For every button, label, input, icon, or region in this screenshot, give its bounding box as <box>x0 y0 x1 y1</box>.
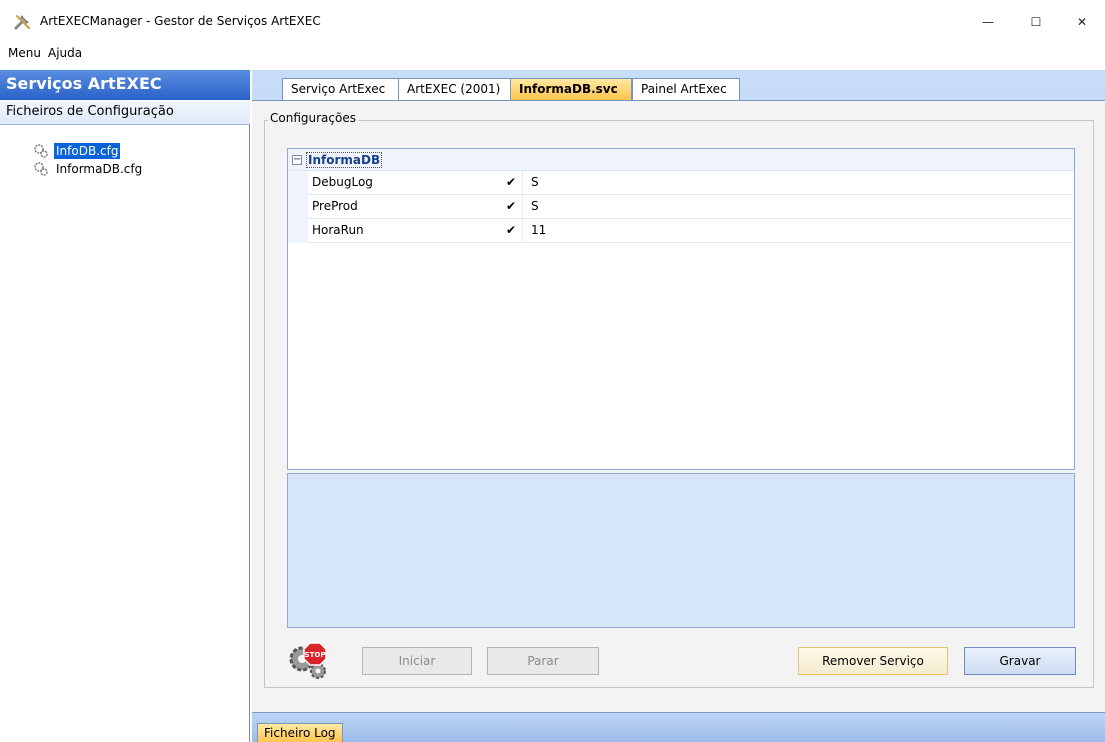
title-bar: ArtEXECManager - Gestor de Serviços ArtE… <box>0 0 1105 44</box>
check-icon: ✔ <box>506 223 517 237</box>
tree-item-label: InformaDB.cfg <box>56 162 143 176</box>
start-button[interactable]: Iniciar <box>362 647 472 675</box>
close-button[interactable]: ✕ <box>1059 0 1105 44</box>
maximize-button[interactable]: ☐ <box>1013 0 1059 44</box>
row-gutter <box>288 171 308 195</box>
tab-strip: Serviço ArtExec ArtEXEC (2001) InformaDB… <box>252 70 1105 100</box>
row-gutter <box>288 219 308 243</box>
services-panel: Serviços ArtEXEC Ficheiros de Configuraç… <box>0 70 250 742</box>
tools-icon <box>14 15 30 30</box>
config-group-legend: Configurações <box>268 111 358 125</box>
tab-informadb-svc[interactable]: InformaDB.svc <box>510 78 632 100</box>
bottom-tab-strip: Ficheiro Log <box>252 712 1105 742</box>
property-value[interactable]: S <box>531 199 539 213</box>
main-area: Serviço ArtExec ArtEXEC (2001) InformaDB… <box>252 70 1105 742</box>
tab-label: InformaDB.svc <box>519 82 618 96</box>
gear-stop-icon: STOP <box>289 642 327 679</box>
menu-item-ajuda[interactable]: Ajuda <box>48 46 82 60</box>
close-icon: ✕ <box>1076 15 1088 29</box>
property-row-horarun[interactable]: HoraRun ✔ 11 <box>288 219 1074 243</box>
remove-service-button[interactable]: Remover Serviço <box>798 647 948 675</box>
tree-item-infodb[interactable]: InfoDB.cfg <box>33 142 121 160</box>
tree-item-label: InfoDB.cfg <box>54 143 121 159</box>
config-files-header: Ficheiros de Configuração <box>0 100 250 125</box>
property-value[interactable]: S <box>531 175 539 189</box>
property-row-preprod[interactable]: PreProd ✔ S <box>288 195 1074 219</box>
tab-artexec-2001[interactable]: ArtEXEC (2001) <box>398 78 512 100</box>
property-grid[interactable]: − InformaDB DebugLog ✔ S PreProd ✔ S Hor… <box>287 148 1075 470</box>
window-title: ArtEXECManager - Gestor de Serviços ArtE… <box>40 14 321 28</box>
property-row-debuglog[interactable]: DebugLog ✔ S <box>288 171 1074 195</box>
check-icon: ✔ <box>506 199 517 213</box>
stop-badge-text: STOP <box>305 651 326 659</box>
tab-servico-artexec[interactable]: Serviço ArtExec <box>282 78 400 100</box>
property-name: DebugLog <box>312 175 373 189</box>
collapse-icon[interactable]: − <box>292 154 302 165</box>
tree-item-informadb[interactable]: InformaDB.cfg <box>33 160 144 178</box>
check-icon: ✔ <box>506 175 517 189</box>
description-panel <box>287 473 1075 628</box>
stop-button[interactable]: Parar <box>487 647 599 675</box>
column-separator <box>522 219 523 243</box>
tab-label: Ficheiro Log <box>264 726 336 740</box>
tab-content: Configurações − InformaDB DebugLog ✔ S P… <box>252 100 1105 712</box>
column-separator <box>522 171 523 195</box>
column-separator <box>522 195 523 219</box>
property-category[interactable]: − InformaDB <box>288 149 1074 171</box>
menu-item-menu[interactable]: Menu <box>8 46 41 60</box>
maximize-icon: ☐ <box>1030 15 1042 29</box>
row-gutter <box>288 195 308 219</box>
minimize-icon: — <box>982 15 994 29</box>
services-header: Serviços ArtEXEC <box>0 70 250 100</box>
tab-ficheiro-log[interactable]: Ficheiro Log <box>257 723 343 742</box>
tab-label: Serviço ArtExec <box>291 82 386 96</box>
tab-label: Painel ArtExec <box>641 82 727 96</box>
property-name: PreProd <box>312 199 358 213</box>
property-value[interactable]: 11 <box>531 223 546 237</box>
minimize-button[interactable]: — <box>965 0 1011 44</box>
save-button[interactable]: Gravar <box>964 647 1076 675</box>
property-name: HoraRun <box>312 223 364 237</box>
menu-bar: Menu Ajuda <box>0 44 1105 64</box>
gears-icon <box>34 162 48 176</box>
tab-label: ArtEXEC (2001) <box>407 82 501 96</box>
category-label: InformaDB <box>306 151 383 168</box>
tab-painel-artexec[interactable]: Painel ArtExec <box>632 78 740 100</box>
gears-icon <box>34 144 48 158</box>
